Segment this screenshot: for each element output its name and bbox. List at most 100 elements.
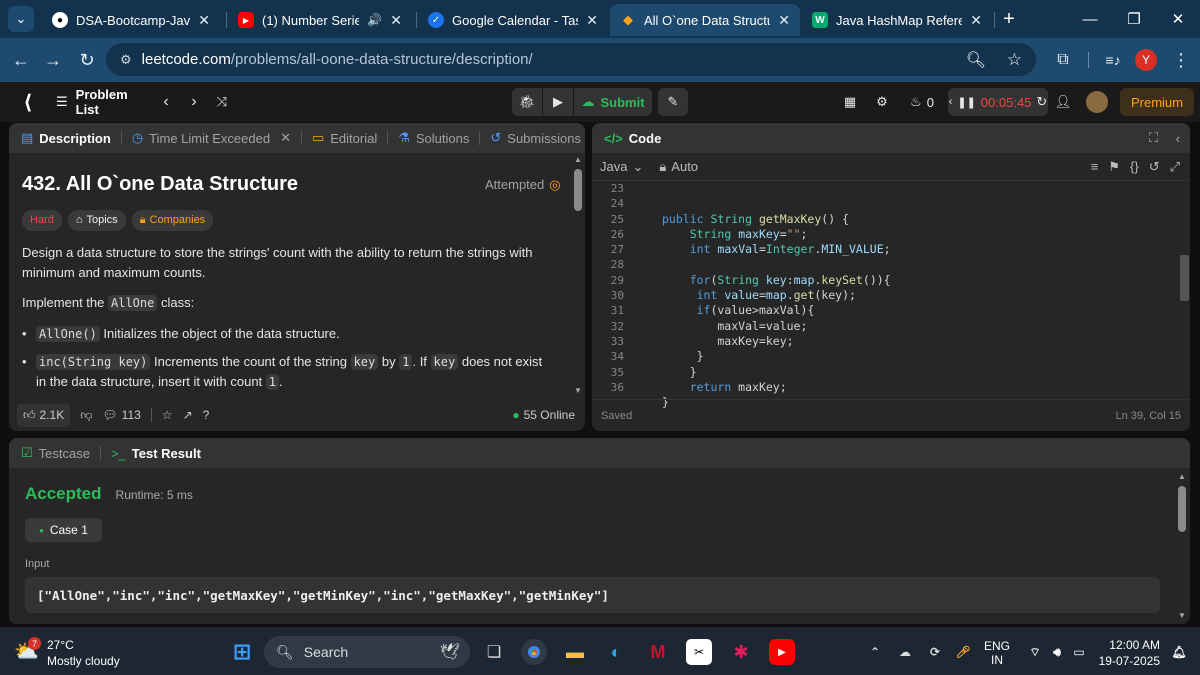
slack-icon[interactable]: ✱	[728, 639, 754, 665]
dislike-icon[interactable]: 👎︎	[80, 408, 92, 423]
submit-button[interactable]: ☁ Submit	[574, 88, 652, 116]
media-queue-icon[interactable]: ≡♪	[1100, 47, 1126, 73]
like-button[interactable]: 👍︎ 2.1K	[17, 403, 71, 427]
task-view-icon[interactable]: ❏	[481, 639, 507, 665]
url-bar[interactable]: ⚙ leetcode.com/problems/all-oone-data-st…	[106, 43, 1036, 76]
battery-icon[interactable]: ▭	[1066, 639, 1092, 665]
autocomplete-mode[interactable]: 🔒︎ Auto	[659, 159, 698, 175]
run-button[interactable]: ▶	[543, 88, 573, 116]
language-select[interactable]: Java ⌄	[600, 159, 643, 175]
tab-testcase[interactable]: Testcase	[39, 446, 90, 461]
prev-problem-button[interactable]: ‹	[156, 88, 176, 116]
fullscreen-icon[interactable]: ⤢	[1170, 159, 1180, 175]
mcafee-icon[interactable]: M	[645, 639, 671, 665]
forward-button[interactable]: →	[40, 47, 66, 73]
attempted-icon: ◎	[549, 177, 561, 192]
browser-tab-github[interactable]: ● DSA-Bootcamp-Java/assi ✕	[42, 4, 220, 36]
browser-tab-w3schools[interactable]: W Java HashMap Reference ✕	[802, 4, 992, 36]
premium-button[interactable]: Premium	[1120, 88, 1194, 116]
youtube-app-icon[interactable]: ▶	[769, 639, 795, 665]
browser-tab-google-tasks[interactable]: ✓ Google Calendar - Tasks ✕	[418, 4, 608, 36]
capcut-icon[interactable]: ✂	[686, 639, 712, 665]
input-value-box: ["AllOne","inc","inc","getMaxKey","getMi…	[25, 577, 1160, 613]
edge-icon[interactable]: ◐	[603, 639, 629, 665]
random-problem-icon[interactable]: ⤨	[210, 88, 234, 116]
tab-title: (1) Number Series Re	[262, 12, 360, 28]
browser-tab-youtube[interactable]: ▶ (1) Number Series Re 🔊 ✕	[228, 4, 412, 36]
file-explorer-icon[interactable]: ▬	[562, 639, 588, 665]
case-1-tab[interactable]: ● Case 1	[25, 518, 102, 542]
microphone-icon[interactable]: 🎤︎	[950, 639, 976, 665]
clock[interactable]: 12:00 AM 19-07-2025	[1098, 637, 1160, 669]
weather-text[interactable]: 27°C Mostly cloudy	[47, 637, 120, 669]
editor-scrollbar[interactable]	[1180, 255, 1189, 301]
bookmark-icon[interactable]: ⚑	[1108, 159, 1120, 175]
close-tab-icon[interactable]: ✕	[280, 130, 291, 146]
add-friend-icon[interactable]: 👤︎	[1052, 88, 1074, 116]
tab-solutions[interactable]: Solutions	[416, 131, 469, 146]
weather-widget[interactable]: ⛅ 7	[14, 637, 41, 663]
profile-avatar[interactable]: Y	[1135, 49, 1157, 71]
next-problem-button[interactable]: ›	[184, 88, 204, 116]
new-tab-button[interactable]: +	[996, 6, 1022, 32]
streak-counter[interactable]: ♨ 0	[904, 88, 940, 116]
format-icon[interactable]: ≡	[1091, 159, 1099, 175]
topics-button[interactable]: ⌂ Topics	[67, 210, 126, 231]
system-tray-chevron-icon[interactable]: ⌃	[862, 639, 888, 665]
streak-count: 0	[926, 94, 934, 110]
leetcode-logo[interactable]: ⟨	[14, 88, 42, 116]
onedrive-icon[interactable]: ☁	[892, 639, 918, 665]
star-icon[interactable]: ☆	[162, 408, 173, 422]
timer-widget[interactable]: ‹ ❚❚ 00:05:45 ↻	[948, 88, 1048, 116]
braces-icon[interactable]: {}	[1130, 159, 1139, 175]
zoom-search-icon[interactable]: 🔍︎	[966, 50, 986, 70]
chrome-icon[interactable]	[521, 639, 547, 665]
taskbar-search[interactable]: 🔍︎ Search 🕊︎	[264, 636, 470, 668]
maximize-icon[interactable]: ⛶	[1149, 130, 1158, 146]
speaker-icon[interactable]: 🔊	[367, 13, 382, 27]
close-window-button[interactable]: ✕	[1156, 0, 1200, 38]
close-tab-icon[interactable]: ✕	[586, 12, 598, 29]
minimize-button[interactable]: —	[1068, 0, 1112, 38]
description-scrollbar[interactable]: ▲ ▼	[573, 155, 583, 395]
checkbox-icon: ☑	[21, 445, 33, 460]
close-tab-icon[interactable]: ✕	[970, 12, 982, 29]
problem-list-button[interactable]: ☰ Problem List	[56, 87, 152, 117]
tab-editorial[interactable]: Editorial	[330, 131, 377, 146]
browser-menu-icon[interactable]: ⋮	[1168, 47, 1194, 73]
app-tray-icon[interactable]: ⟳	[922, 639, 948, 665]
browser-tab-leetcode[interactable]: ◆ All O`one Data Structure ✕	[610, 4, 800, 36]
extensions-icon[interactable]: ⧉	[1050, 47, 1076, 73]
result-scrollbar[interactable]: ▲ ▼	[1177, 472, 1187, 620]
input-language[interactable]: ENG IN	[984, 639, 1010, 667]
close-tab-icon[interactable]: ✕	[778, 12, 790, 29]
close-tab-icon[interactable]: ✕	[198, 12, 210, 29]
collapse-icon[interactable]: ‹	[1176, 131, 1180, 146]
user-avatar[interactable]	[1086, 91, 1108, 113]
code-editor[interactable]: public String getMaxKey() { String maxKe…	[662, 181, 891, 410]
bookmark-star-icon[interactable]: ☆	[1007, 50, 1022, 70]
tab-description[interactable]: Description	[39, 131, 111, 146]
site-info-icon[interactable]: ⚙	[120, 52, 132, 68]
help-icon[interactable]: ?	[203, 408, 210, 422]
windows-start-icon[interactable]: ⊞	[229, 639, 255, 665]
chevron-left-icon: ‹	[948, 96, 953, 108]
share-icon[interactable]: ↗	[183, 408, 193, 422]
settings-gear-icon[interactable]: ⚙	[870, 88, 894, 116]
notes-icon[interactable]: ✎	[658, 88, 688, 116]
tab-test-result[interactable]: Test Result	[132, 446, 201, 461]
close-tab-icon[interactable]: ✕	[390, 12, 402, 29]
reload-button[interactable]: ↻	[74, 47, 100, 73]
companies-button[interactable]: 🔒︎ Companies	[131, 210, 214, 231]
tab-submissions[interactable]: Submissions	[507, 131, 581, 146]
tab-search-button[interactable]: ⌄	[8, 6, 34, 32]
tab-time-limit-exceeded[interactable]: Time Limit Exceeded	[149, 131, 270, 146]
comments-button[interactable]: 💬︎ 113	[102, 408, 140, 422]
notifications-icon[interactable]: 🔔︎	[1166, 639, 1192, 665]
code-span: AllOne	[108, 295, 158, 311]
reset-code-icon[interactable]: ↺	[1149, 159, 1160, 175]
layout-icon[interactable]: ▦	[838, 88, 862, 116]
debug-icon[interactable]: 🐞︎	[512, 88, 542, 116]
back-button[interactable]: ←	[8, 47, 34, 73]
maximize-button[interactable]: ❐	[1112, 0, 1156, 38]
